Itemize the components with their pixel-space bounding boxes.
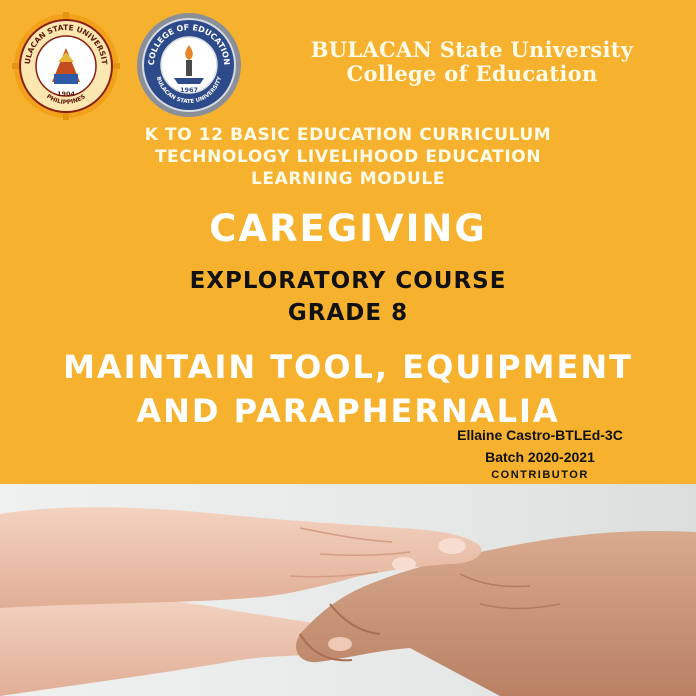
college-of-education-seal-logo: COLLEGE OF EDUCATION BULACAN STATE UNIVE… (136, 12, 242, 118)
grade-level: GRADE 8 (287, 300, 409, 326)
course-info: EXPLORATORY COURSE GRADE 8 (0, 265, 696, 329)
curriculum-line1: K TO 12 BASIC EDUCATION CURRICULUM (144, 125, 552, 145)
module-cover: BULACAN STATE UNIVERSITY PHILIPPINES 190… (0, 0, 696, 696)
university-name: BULACAN State University College of Educ… (272, 38, 672, 86)
university-name-line1: BULACAN State University (310, 37, 634, 62)
curriculum-line3: LEARNING MODULE (250, 169, 446, 189)
holding-hands-photo (0, 484, 696, 696)
curriculum-line2: TECHNOLOGY LIVELIHOOD EDUCATION (154, 147, 542, 167)
curriculum-heading: K TO 12 BASIC EDUCATION CURRICULUM TECHN… (0, 124, 696, 190)
module-title: MAINTAIN TOOL, EQUIPMENT AND PARAPHERNAL… (0, 345, 696, 433)
contributor-credit: Ellaine Castro-BTLEd-3C Batch 2020-2021 … (420, 424, 660, 482)
batch-label: Batch 2020-2021 (485, 449, 595, 465)
university-name-line2: College of Education (346, 61, 598, 86)
author-name: Ellaine Castro-BTLEd-3C (457, 427, 623, 443)
svg-text:1967: 1967 (180, 86, 198, 94)
contributor-role: CONTRIBUTOR (491, 469, 589, 481)
bulsu-seal-logo: BULACAN STATE UNIVERSITY PHILIPPINES 190… (12, 12, 120, 120)
course-name: EXPLORATORY COURSE (189, 268, 507, 294)
subject-title: CAREGIVING (209, 207, 487, 250)
svg-text:1904: 1904 (57, 90, 76, 98)
module-title-line1: MAINTAIN TOOL, EQUIPMENT (63, 348, 633, 386)
